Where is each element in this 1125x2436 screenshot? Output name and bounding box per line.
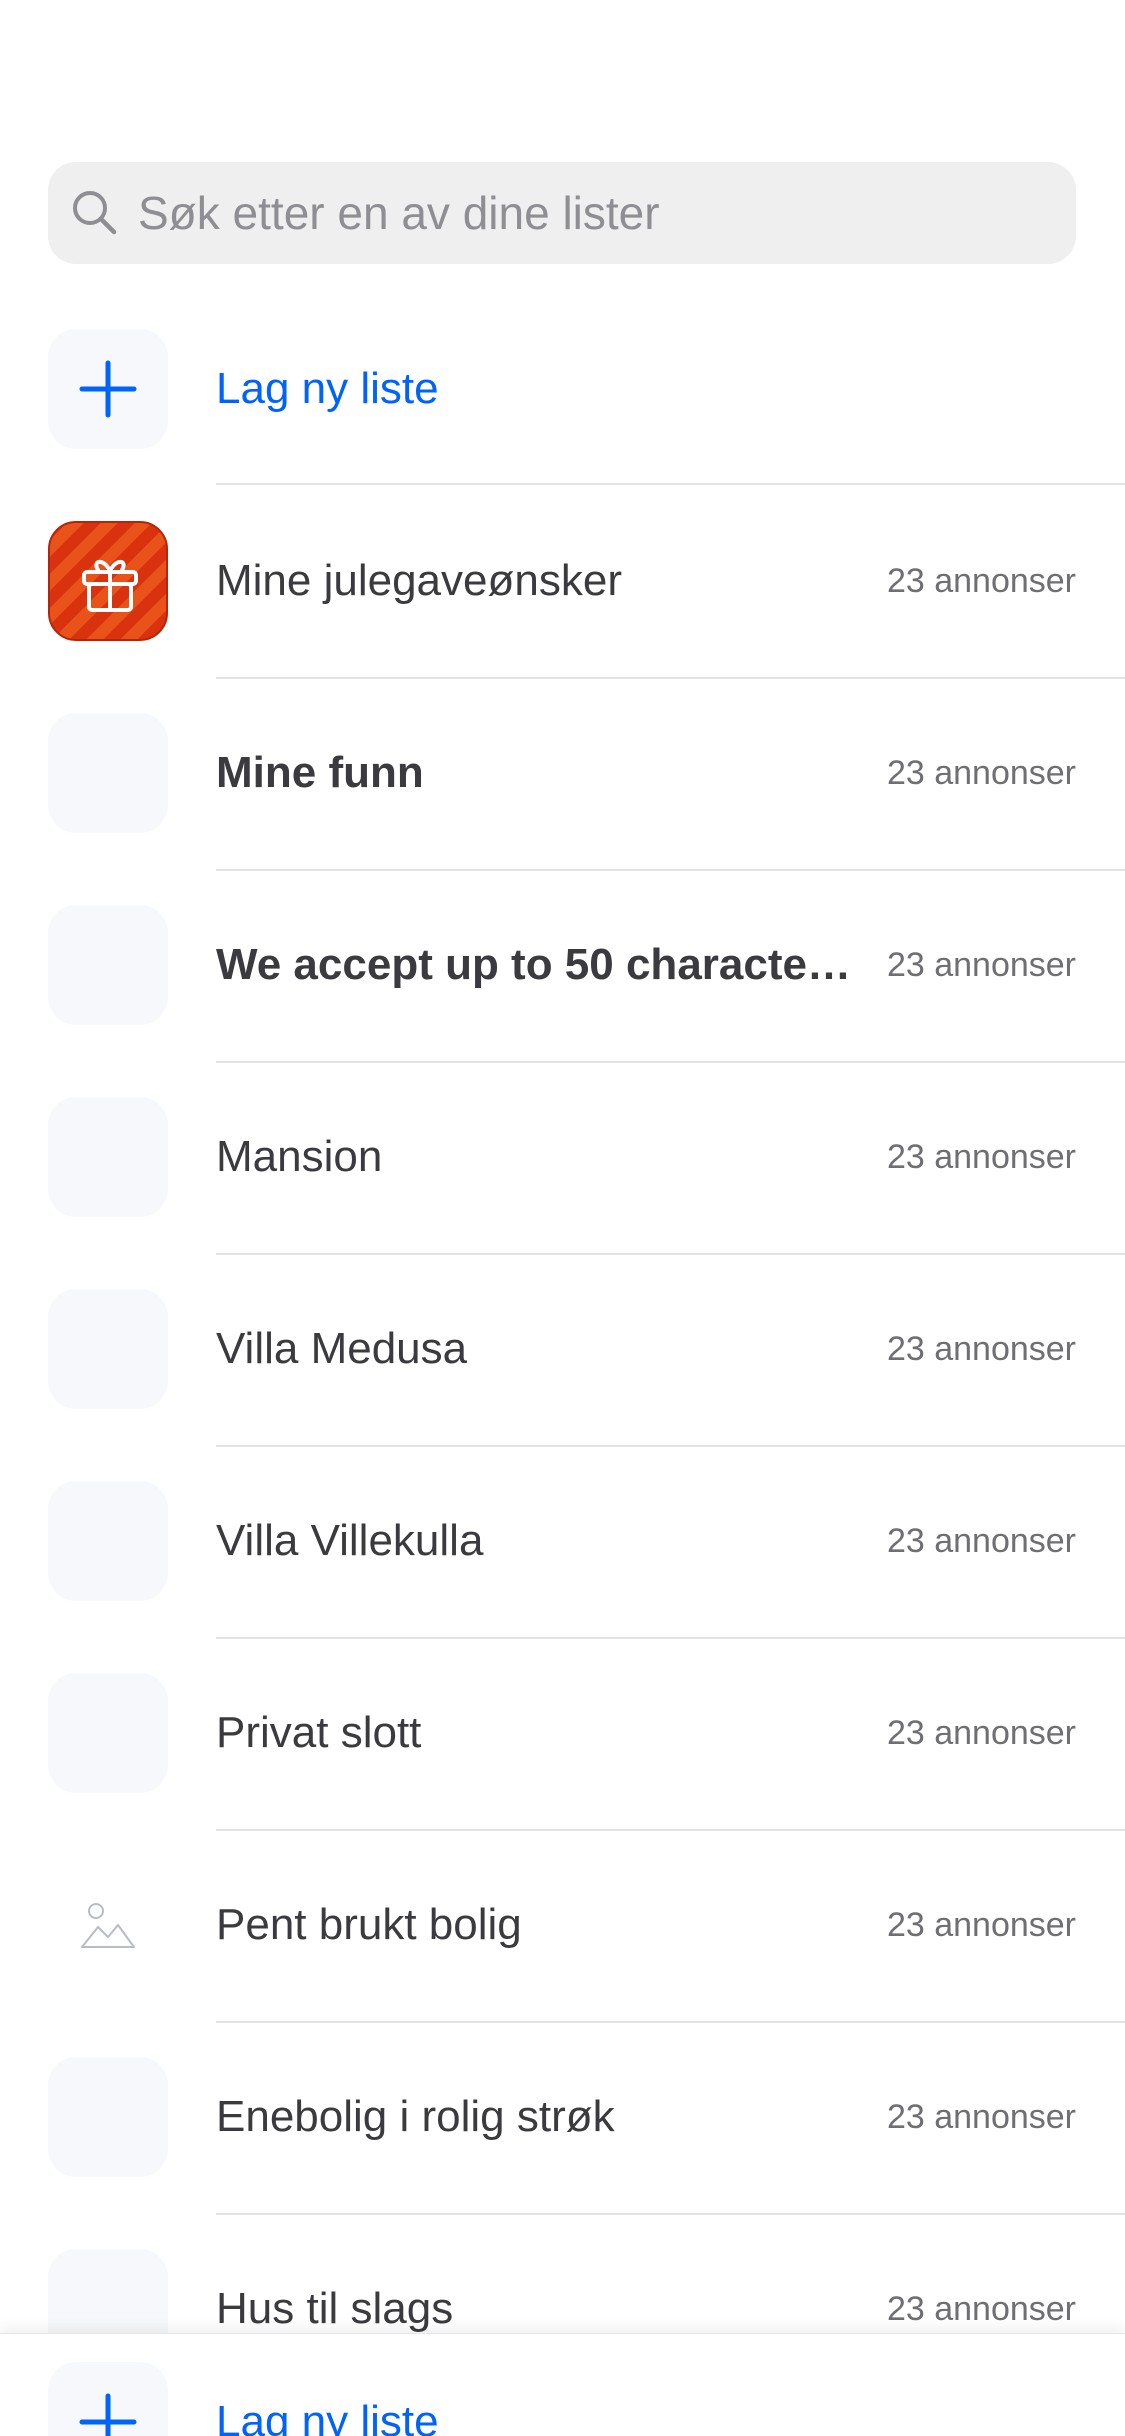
list-thumbnail: [48, 905, 168, 1025]
image-placeholder-icon: [81, 1903, 135, 1948]
list-name: Privat slott: [216, 1708, 422, 1757]
list-name: Villa Medusa: [216, 1324, 468, 1373]
list-item[interactable]: Mine funn 23 annonser: [0, 677, 1125, 869]
list-name: Mine funn: [216, 748, 424, 797]
list-thumbnail: [48, 1865, 168, 1985]
bottom-bar: Lag ny liste: [0, 2333, 1125, 2436]
plus-icon: [79, 360, 137, 418]
list-item[interactable]: We accept up to 50 characte… 23 annonser: [0, 869, 1125, 1061]
gift-icon: [82, 559, 138, 612]
search-input[interactable]: [138, 162, 1038, 264]
search-icon: [73, 191, 117, 235]
bottom-new-list-label: Lag ny liste: [216, 2397, 439, 2436]
list-thumbnail: [48, 1097, 168, 1217]
list-thumbnail: [48, 713, 168, 833]
new-list-label: Lag ny liste: [216, 364, 439, 413]
list-count: 23 annonser: [886, 562, 1076, 600]
list-thumbnail: [48, 1673, 168, 1793]
list-item[interactable]: Enebolig i rolig strøk 23 annonser: [0, 2021, 1125, 2213]
bottom-new-list-tile[interactable]: [48, 2362, 168, 2436]
list-name: Pent brukt bolig: [216, 1900, 522, 1949]
list-count: 23 annonser: [886, 1138, 1076, 1176]
plus-icon: [79, 2393, 137, 2436]
list-thumbnail: [48, 521, 168, 641]
list-item[interactable]: Mine julegaveønsker 23 annonser: [0, 485, 1125, 677]
list-count: 23 annonser: [886, 946, 1076, 984]
list-thumbnail: [48, 2057, 168, 2177]
list-item[interactable]: Mansion 23 annonser: [0, 1061, 1125, 1253]
list-thumbnail: [48, 1481, 168, 1601]
list-count: 23 annonser: [886, 1714, 1076, 1752]
list-count: 23 annonser: [886, 1906, 1076, 1944]
list-item[interactable]: Pent brukt bolig 23 annonser: [0, 1829, 1125, 2021]
list-item[interactable]: Privat slott 23 annonser: [0, 1637, 1125, 1829]
search-bar[interactable]: [48, 162, 1076, 264]
list-thumbnail: [48, 1289, 168, 1409]
list-count: 23 annonser: [886, 1522, 1076, 1560]
list-name: Villa Villekulla: [216, 1516, 484, 1565]
bottom-new-list-button[interactable]: Lag ny liste: [0, 2362, 1125, 2436]
list-name: Mansion: [216, 1132, 383, 1181]
list-name: Enebolig i rolig strøk: [216, 2092, 615, 2141]
list-count: 23 annonser: [886, 2098, 1076, 2136]
new-list-tile[interactable]: [48, 329, 168, 449]
list-item[interactable]: Villa Villekulla 23 annonser: [0, 1445, 1125, 1637]
list-item[interactable]: Villa Medusa 23 annonser: [0, 1253, 1125, 1445]
lists-screen: Lag ny liste Mine julegaveønsker 23 annon…: [0, 0, 1125, 2436]
list-count: 23 annonser: [886, 1330, 1076, 1368]
list-count: 23 annonser: [886, 754, 1076, 792]
new-list-button[interactable]: Lag ny liste: [0, 329, 1125, 449]
list-name: We accept up to 50 characte…: [216, 940, 851, 989]
list-name: Mine julegaveønsker: [216, 556, 622, 605]
